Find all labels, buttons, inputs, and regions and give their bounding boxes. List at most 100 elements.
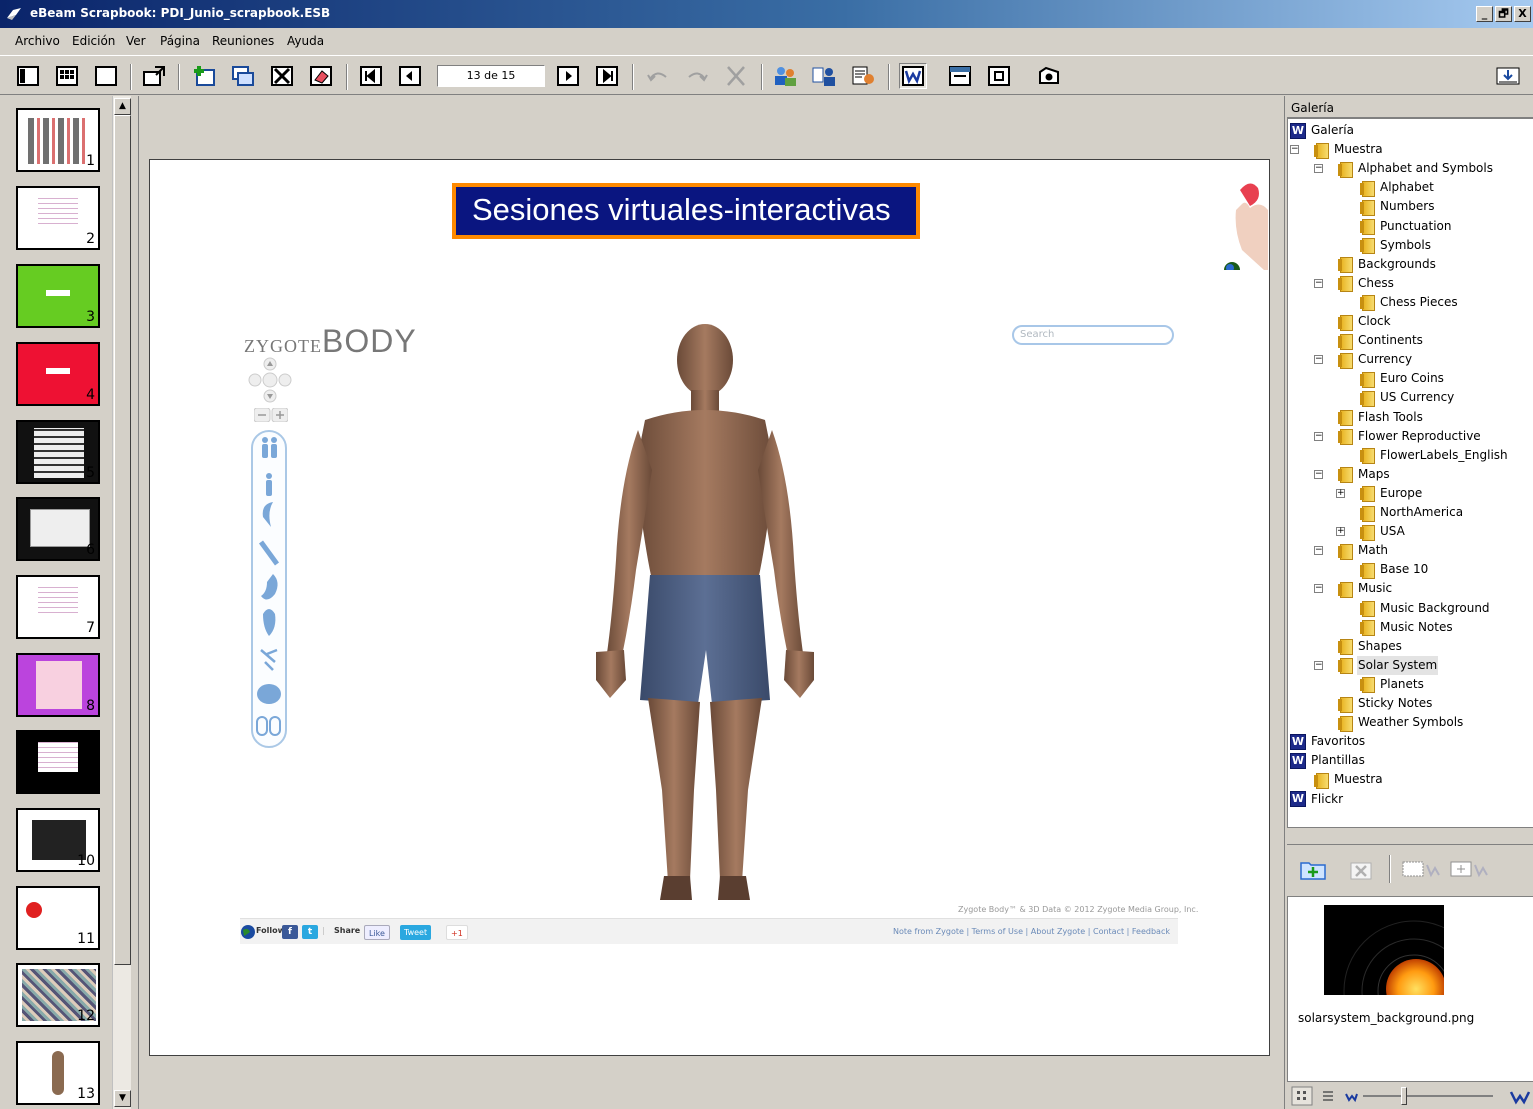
- close-button[interactable]: X: [1514, 6, 1531, 22]
- page-thumbnail[interactable]: 3: [16, 264, 100, 328]
- thumbnail-view-button[interactable]: [14, 63, 42, 89]
- gallery-tree-item[interactable]: Numbers: [1358, 197, 1435, 216]
- gallery-tree-item[interactable]: Backgrounds: [1336, 255, 1437, 274]
- size-slider-thumb[interactable]: [1401, 1087, 1407, 1105]
- expand-icon[interactable]: +: [1336, 488, 1345, 498]
- gallery-preview[interactable]: solarsystem_background.png: [1287, 896, 1533, 1082]
- gallery-tree-item[interactable]: Base 10: [1358, 560, 1429, 579]
- clear-page-button[interactable]: [307, 63, 335, 89]
- minimize-button[interactable]: _: [1476, 6, 1493, 22]
- gallery-tree-item[interactable]: − Alphabet and Symbols: [1314, 159, 1494, 178]
- zoom-controls-icon[interactable]: [254, 408, 288, 422]
- page-thumbnail[interactable]: 9: [16, 730, 100, 794]
- gallery-tree-item[interactable]: + Europe: [1336, 484, 1423, 503]
- collapse-icon[interactable]: −: [1314, 431, 1323, 441]
- screen-capture-button[interactable]: [985, 63, 1013, 89]
- menu-ayuda[interactable]: Ayuda: [287, 34, 324, 48]
- gallery-tree-item[interactable]: W Flickr: [1290, 790, 1344, 809]
- gallery-tree-item[interactable]: Euro Coins: [1358, 369, 1445, 388]
- gallery-tree-item[interactable]: Music Notes: [1358, 618, 1454, 637]
- dock-panel-button[interactable]: [1494, 63, 1522, 89]
- undo-button[interactable]: [644, 63, 672, 89]
- grid-view-icon[interactable]: [1291, 1086, 1313, 1106]
- page-thumbnail[interactable]: 6: [16, 497, 100, 561]
- collapse-icon[interactable]: −: [1314, 584, 1323, 594]
- gallery-tree-item[interactable]: − Chess: [1314, 274, 1395, 293]
- gallery-tree-item[interactable]: Symbols: [1358, 236, 1432, 255]
- gallery-tree-item[interactable]: W Galería: [1290, 121, 1355, 140]
- page-thumbnail[interactable]: 8: [16, 653, 100, 717]
- gallery-tree-item[interactable]: − Currency: [1314, 350, 1413, 369]
- page-thumbnail[interactable]: 1: [16, 108, 100, 172]
- meeting-pages-button[interactable]: [849, 63, 877, 89]
- gallery-tree-item[interactable]: − Maps: [1314, 465, 1391, 484]
- facebook-icon[interactable]: f: [282, 925, 298, 939]
- page-thumbnail[interactable]: 11: [16, 886, 100, 950]
- gallery-tree-item[interactable]: W Plantillas: [1290, 751, 1366, 770]
- list-view-icon[interactable]: [1317, 1086, 1339, 1106]
- collapse-icon[interactable]: −: [1314, 355, 1323, 365]
- google-plus-button[interactable]: +1: [446, 925, 468, 940]
- collapse-icon[interactable]: −: [1314, 278, 1323, 288]
- size-slider-track[interactable]: [1363, 1095, 1493, 1097]
- collapse-icon[interactable]: −: [1314, 660, 1323, 670]
- small-size-icon[interactable]: [1343, 1088, 1359, 1104]
- facebook-like-button[interactable]: Like: [364, 925, 390, 940]
- menu-ver[interactable]: Ver: [126, 34, 146, 48]
- slide-title[interactable]: Sesiones virtuales-interactivas: [452, 183, 920, 239]
- last-page-button[interactable]: [593, 63, 621, 89]
- gallery-tree-item[interactable]: Clock: [1336, 312, 1392, 331]
- thumbnail-scrollbar[interactable]: ▲ ▼: [112, 96, 131, 1109]
- menu-edicion[interactable]: Edición: [72, 34, 115, 48]
- delete-button[interactable]: [722, 63, 750, 89]
- page-thumbnail[interactable]: 7: [16, 575, 100, 639]
- collapse-icon[interactable]: −: [1314, 469, 1323, 479]
- fullscreen-button[interactable]: [140, 63, 168, 89]
- collapse-icon[interactable]: −: [1290, 145, 1299, 155]
- gallery-tree-item[interactable]: Punctuation: [1358, 217, 1452, 236]
- gallery-tree-item[interactable]: FlowerLabels_English: [1358, 446, 1509, 465]
- previous-page-button[interactable]: [396, 63, 424, 89]
- gallery-tree-item[interactable]: − Flower Reproductive: [1314, 427, 1482, 446]
- redo-button[interactable]: [683, 63, 711, 89]
- gallery-tree-item[interactable]: US Currency: [1358, 388, 1455, 407]
- page-properties-button[interactable]: [946, 63, 974, 89]
- gallery-tree-item[interactable]: Weather Symbols: [1336, 713, 1464, 732]
- page-thumbnail[interactable]: 13: [16, 1041, 100, 1105]
- add-to-gallery-icon[interactable]: [1401, 857, 1441, 881]
- gallery-tree-item[interactable]: W Favoritos: [1290, 732, 1366, 751]
- gallery-tree-item[interactable]: Music Background: [1358, 599, 1491, 618]
- page-thumbnail[interactable]: 5: [16, 420, 100, 484]
- collapse-icon[interactable]: −: [1314, 164, 1323, 174]
- tweet-button[interactable]: Tweet: [400, 925, 432, 940]
- first-page-button[interactable]: [357, 63, 385, 89]
- gallery-tree-item[interactable]: Alphabet: [1358, 178, 1435, 197]
- page-counter[interactable]: 13 de 15: [437, 65, 545, 87]
- gallery-tree-item[interactable]: Continents: [1336, 331, 1424, 350]
- anatomy-layers-bar[interactable]: [251, 430, 287, 748]
- next-page-button[interactable]: [554, 63, 582, 89]
- footer-links[interactable]: Note from Zygote | Terms of Use | About …: [893, 927, 1170, 936]
- scroll-up-arrow-icon[interactable]: ▲: [114, 98, 131, 115]
- gallery-tree-item[interactable]: Planets: [1358, 675, 1425, 694]
- grid-view-button[interactable]: [53, 63, 81, 89]
- gallery-tree-item[interactable]: Shapes: [1336, 637, 1403, 656]
- human-body-model[interactable]: [590, 320, 820, 920]
- gallery-tree-item[interactable]: NorthAmerica: [1358, 503, 1464, 522]
- gallery-toggle-button[interactable]: [899, 63, 927, 89]
- collapse-icon[interactable]: −: [1314, 546, 1323, 556]
- navigation-pad-icon[interactable]: [247, 356, 293, 404]
- page-thumbnail[interactable]: 10: [16, 808, 100, 872]
- solar-system-thumbnail[interactable]: [1324, 905, 1444, 995]
- zygote-search-input[interactable]: Search: [1012, 325, 1174, 345]
- delete-page-button[interactable]: [268, 63, 296, 89]
- gallery-tree-item[interactable]: − Muestra: [1290, 140, 1384, 159]
- page-thumbnail[interactable]: 12: [16, 963, 100, 1027]
- gallery-tree-item[interactable]: Chess Pieces: [1358, 293, 1459, 312]
- scrapbook-page[interactable]: Sesiones virtuales-interactivas ZYGOTEBO…: [149, 159, 1270, 1056]
- add-page-to-gallery-icon[interactable]: [1449, 857, 1489, 881]
- gallery-tree-item[interactable]: Flash Tools: [1336, 408, 1424, 427]
- gallery-tree-item[interactable]: Muestra: [1312, 770, 1384, 789]
- scroll-thumb[interactable]: [114, 115, 131, 965]
- menu-archivo[interactable]: Archivo: [15, 34, 60, 48]
